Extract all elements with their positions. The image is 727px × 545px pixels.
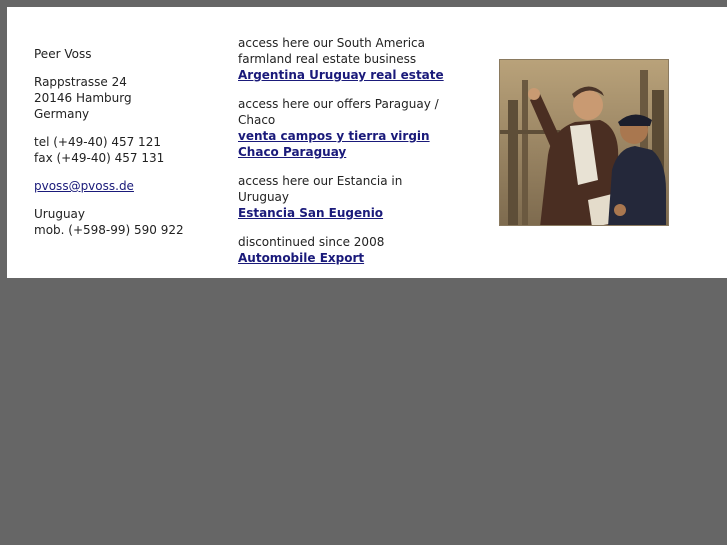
offers-column: access here our South America farmland r…	[238, 35, 453, 279]
contact-address: Rappstrasse 24 20146 Hamburg Germany	[34, 74, 214, 122]
contact-email: pvoss@pvoss.de	[34, 178, 214, 194]
estancia-san-eugenio-link[interactable]: Estancia San Eugenio	[238, 206, 383, 220]
address-country: Germany	[34, 107, 90, 121]
uruguay-label: Uruguay	[34, 207, 85, 221]
address-street: Rappstrasse 24	[34, 75, 127, 89]
chaco-paraguay-link[interactable]: venta campos y tierra virgin Chaco Parag…	[238, 129, 430, 159]
offer-block: discontinued since 2008 Automobile Expor…	[238, 234, 453, 266]
offer-intro: access here our South America farmland r…	[238, 36, 425, 66]
offer-block: access here our South America farmland r…	[238, 35, 453, 83]
argentina-uruguay-real-estate-link[interactable]: Argentina Uruguay real estate	[238, 68, 444, 82]
fax-number: fax (+49-40) 457 131	[34, 151, 165, 165]
automobile-export-link[interactable]: Automobile Export	[238, 251, 364, 265]
offer-intro: access here our offers Paraguay / Chaco	[238, 97, 439, 127]
content-panel: Peer Voss Rappstrasse 24 20146 Hamburg G…	[7, 7, 727, 278]
address-city: 20146 Hamburg	[34, 91, 132, 105]
contact-phone: tel (+49-40) 457 121 fax (+49-40) 457 13…	[34, 134, 214, 166]
offer-intro: discontinued since 2008	[238, 235, 385, 249]
email-link[interactable]: pvoss@pvoss.de	[34, 179, 134, 193]
offer-block: access here our Estancia in Uruguay Esta…	[238, 173, 453, 221]
offer-intro: access here our Estancia in Uruguay	[238, 174, 403, 204]
contact-name: Peer Voss	[34, 47, 92, 61]
mobile-number: mob. (+598-99) 590 922	[34, 223, 184, 237]
contact-column: Peer Voss Rappstrasse 24 20146 Hamburg G…	[34, 46, 214, 250]
contact-uruguay: Uruguay mob. (+598-99) 590 922	[34, 206, 214, 238]
tel-number: tel (+49-40) 457 121	[34, 135, 161, 149]
painting-two-men-icon	[499, 59, 669, 226]
offer-block: access here our offers Paraguay / Chaco …	[238, 96, 453, 160]
